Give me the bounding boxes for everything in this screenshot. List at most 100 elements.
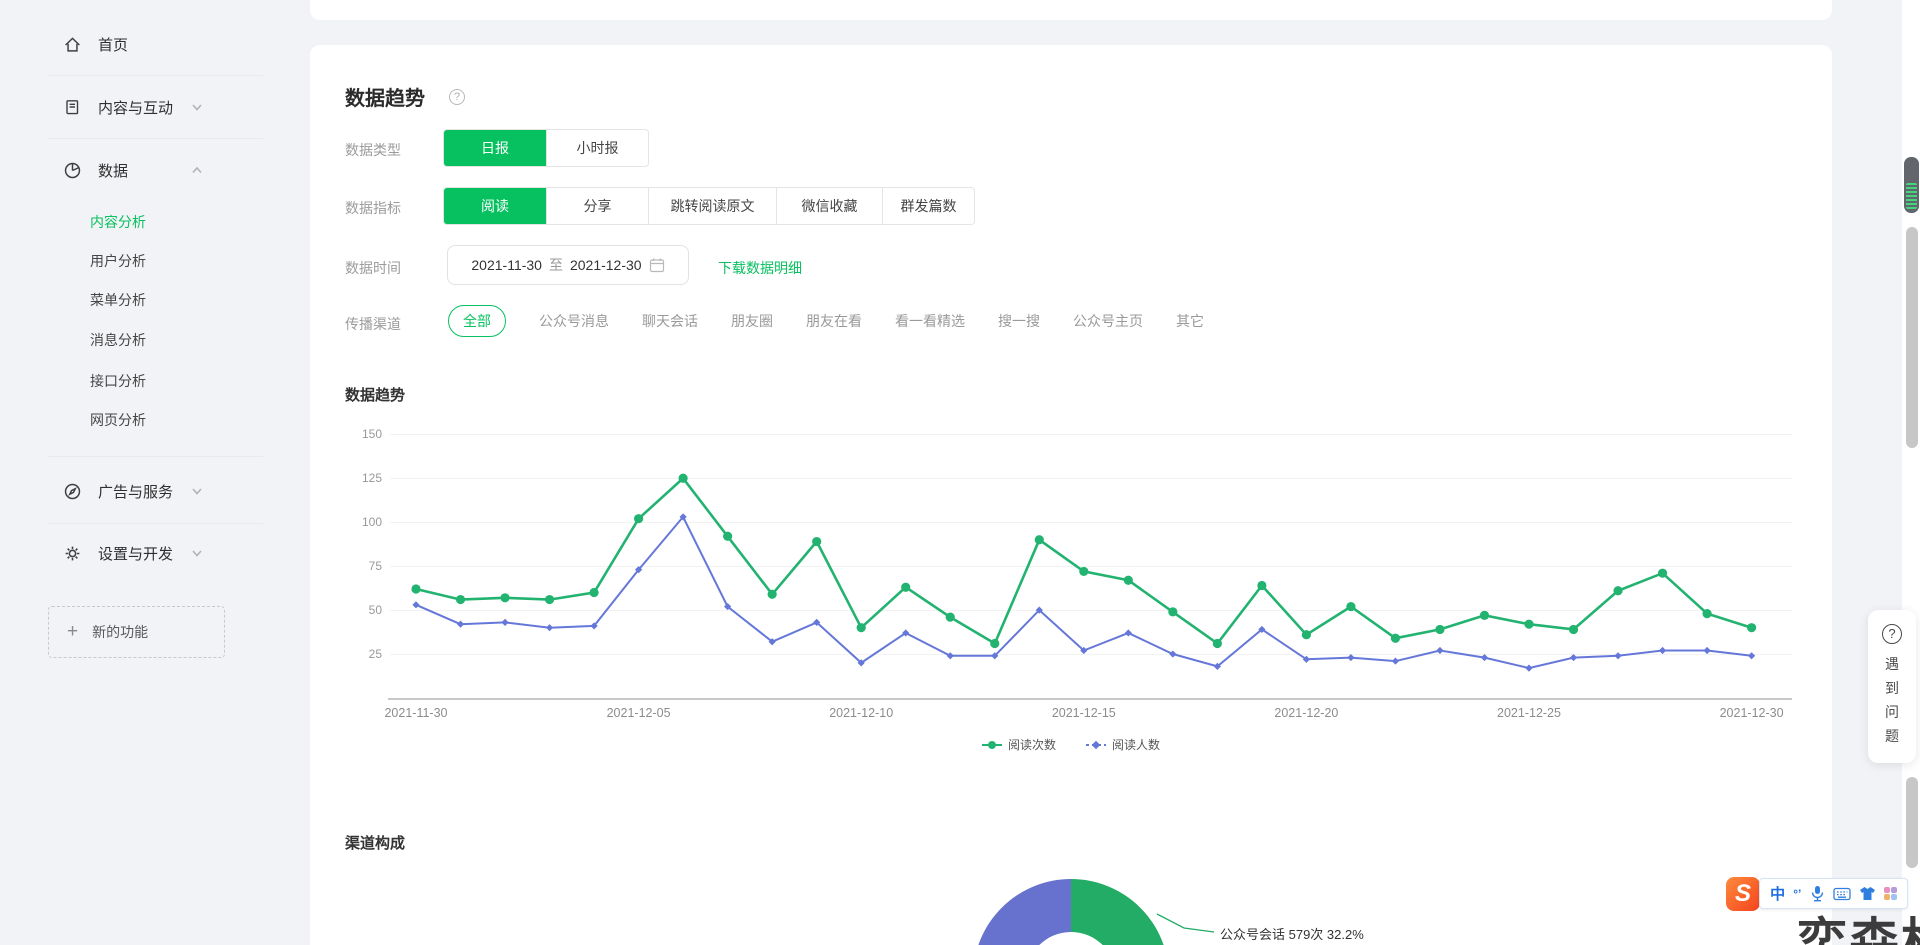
- date-range-picker[interactable]: 2021-11-30 至 2021-12-30: [447, 245, 689, 285]
- sidebar-subitem-message-analysis[interactable]: 消息分析: [90, 329, 146, 351]
- time-label: 数据时间: [345, 258, 401, 278]
- sogou-logo-icon[interactable]: S: [1726, 877, 1760, 911]
- channel-other[interactable]: 其它: [1176, 305, 1204, 337]
- tab-jump-original[interactable]: 跳转阅读原文: [648, 188, 776, 224]
- channel-friends-reading[interactable]: 朋友在看: [806, 305, 862, 337]
- legend-read-count[interactable]: 阅读次数: [982, 736, 1056, 753]
- x-axis-tick-label: 2021-12-15: [1024, 706, 1144, 720]
- metric-label: 数据指标: [345, 198, 401, 218]
- channel-all[interactable]: 全部: [448, 305, 506, 337]
- divider: [47, 75, 263, 76]
- sidebar-subitem-content-analysis[interactable]: 内容分析: [90, 211, 146, 233]
- scrollbar-thumb[interactable]: [1906, 227, 1918, 448]
- sidebar-item-label: 首页: [98, 34, 242, 55]
- sidebar-item-data[interactable]: 数据: [62, 152, 242, 188]
- data-type-toggle: 日报 小时报: [443, 129, 649, 167]
- sidebar-item-home[interactable]: 首页: [62, 26, 242, 62]
- channel-moments[interactable]: 朋友圈: [731, 305, 773, 337]
- x-axis-tick-label: 2021-12-30: [1692, 706, 1812, 720]
- legend-marker-circle: [982, 740, 1002, 750]
- channel-filter: 全部 公众号消息 聊天会话 朋友圈 朋友在看 看一看精选 搜一搜 公众号主页 其…: [448, 305, 1204, 337]
- microphone-icon[interactable]: [1810, 885, 1825, 902]
- sidebar-item-settings[interactable]: 设置与开发: [62, 535, 242, 571]
- keyboard-icon[interactable]: [1833, 887, 1851, 901]
- ime-toolbar: 中 °’: [1759, 878, 1908, 909]
- skin-tshirt-icon[interactable]: [1859, 886, 1876, 901]
- feedback-char: 遇: [1885, 652, 1899, 676]
- previous-card-bottom: [310, 0, 1832, 20]
- sidebar-subitem-menu-analysis[interactable]: 菜单分析: [90, 289, 146, 311]
- tab-wechat-favorite[interactable]: 微信收藏: [776, 188, 882, 224]
- trend-chart-legend: 阅读次数 阅读人数: [310, 736, 1832, 753]
- legend-marker-diamond: [1086, 740, 1106, 750]
- x-axis-tick-label: 2021-11-30: [356, 706, 476, 720]
- new-feature-button[interactable]: + 新的功能: [48, 606, 225, 658]
- x-axis-tick-label: 2021-12-05: [579, 706, 699, 720]
- page-title: 数据趋势: [345, 82, 425, 111]
- sidebar-item-label: 数据: [98, 160, 190, 181]
- channel-top-stories[interactable]: 看一看精选: [895, 305, 965, 337]
- channel-label: 传播渠道: [345, 314, 401, 334]
- date-start: 2021-11-30: [471, 257, 542, 273]
- scroll-marker-stripes: [1906, 183, 1917, 209]
- feedback-char: 到: [1885, 676, 1899, 700]
- sidebar-subitem-user-analysis[interactable]: 用户分析: [90, 250, 146, 272]
- sidebar-item-content[interactable]: 内容与互动: [62, 89, 242, 125]
- sidebar-item-label: 内容与互动: [98, 97, 190, 118]
- scrollbar-thumb-lower[interactable]: [1906, 777, 1918, 868]
- tab-share[interactable]: 分享: [546, 188, 648, 224]
- feedback-widget[interactable]: ? 遇 到 问 题: [1868, 610, 1916, 763]
- metric-toggle: 阅读 分享 跳转阅读原文 微信收藏 群发篇数: [443, 187, 975, 225]
- download-detail-link[interactable]: 下载数据明细: [718, 258, 802, 278]
- question-icon: ?: [1882, 624, 1902, 644]
- ime-lang-toggle[interactable]: 中: [1770, 883, 1785, 904]
- date-separator: 至: [549, 255, 563, 275]
- channel-search[interactable]: 搜一搜: [998, 305, 1040, 337]
- trend-line-chart[interactable]: [330, 402, 1825, 712]
- tab-mass-send-count[interactable]: 群发篇数: [882, 188, 974, 224]
- plus-icon: +: [67, 621, 78, 643]
- legend-read-users[interactable]: 阅读人数: [1086, 736, 1160, 753]
- ads-icon: [62, 481, 82, 501]
- content-icon: [62, 97, 82, 117]
- legend-label: 阅读次数: [1008, 736, 1056, 753]
- divider: [47, 456, 263, 457]
- chevron-up-icon: [190, 163, 204, 177]
- home-icon: [62, 34, 82, 54]
- tab-daily-report[interactable]: 日报: [444, 130, 546, 166]
- chevron-down-icon: [190, 484, 204, 498]
- channel-profile-page[interactable]: 公众号主页: [1073, 305, 1143, 337]
- x-axis-tick-label: 2021-12-10: [801, 706, 921, 720]
- sidebar-item-label: 设置与开发: [98, 543, 190, 564]
- ime-panel-grid-icon[interactable]: [1884, 887, 1897, 900]
- settings-icon: [62, 543, 82, 563]
- chevron-down-icon: [190, 100, 204, 114]
- data-icon: [62, 160, 82, 180]
- sidebar-subitem-web-analysis[interactable]: 网页分析: [90, 409, 146, 431]
- sidebar: 首页 内容与互动 数据 内容分析 用户分析 菜单分析 消息分析 接口分析 网页分…: [0, 0, 280, 945]
- sidebar-subitem-api-analysis[interactable]: 接口分析: [90, 370, 146, 392]
- calendar-icon: [649, 257, 665, 273]
- donut-callout-line: [1152, 906, 1218, 938]
- help-icon[interactable]: ?: [449, 89, 465, 105]
- new-feature-label: 新的功能: [92, 622, 148, 642]
- legend-label: 阅读人数: [1112, 736, 1160, 753]
- x-axis-tick-label: 2021-12-20: [1246, 706, 1366, 720]
- channel-chat-session[interactable]: 聊天会话: [642, 305, 698, 337]
- divider: [47, 523, 263, 524]
- donut-callout-label: 公众号会话 579次 32.2%: [1220, 924, 1364, 943]
- divider: [47, 138, 263, 139]
- sidebar-item-label: 广告与服务: [98, 481, 190, 502]
- ime-punctuation-toggle[interactable]: °’: [1793, 887, 1801, 901]
- feedback-char: 问: [1885, 700, 1899, 724]
- sidebar-item-ads[interactable]: 广告与服务: [62, 473, 242, 509]
- data-type-label: 数据类型: [345, 140, 401, 160]
- channel-section-title: 渠道构成: [345, 832, 405, 853]
- tab-hourly-report[interactable]: 小时报: [546, 130, 648, 166]
- chevron-down-icon: [190, 546, 204, 560]
- scroll-position-marker[interactable]: [1904, 157, 1919, 213]
- feedback-char: 题: [1885, 724, 1899, 748]
- channel-official-message[interactable]: 公众号消息: [539, 305, 609, 337]
- tab-read[interactable]: 阅读: [444, 188, 546, 224]
- date-end: 2021-12-30: [570, 257, 642, 273]
